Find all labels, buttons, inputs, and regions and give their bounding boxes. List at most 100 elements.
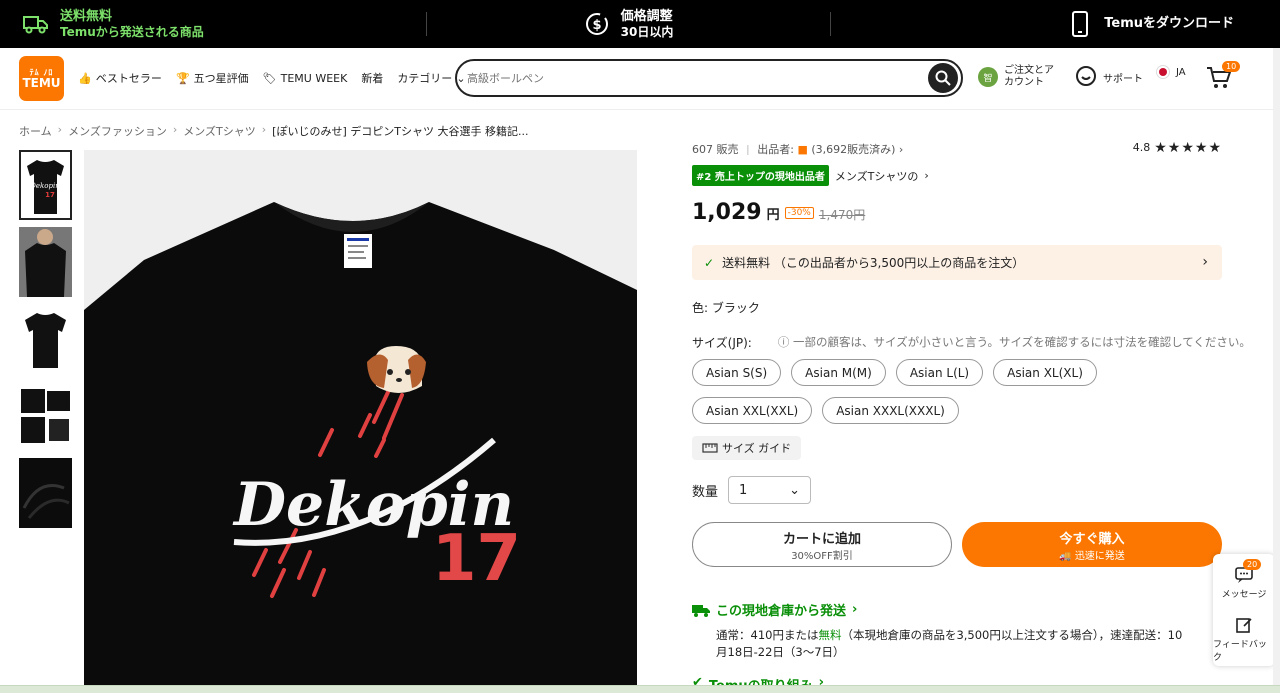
message-button[interactable]: メッセージ xyxy=(1213,566,1275,600)
rank-badge: #2 売上トップの現地出品者 xyxy=(692,165,829,186)
account-menu[interactable]: 智 ご注文とア カウント xyxy=(978,65,1054,89)
free-shipping-banner[interactable]: ✓ 送料無料 （この出品者から3,500円以上の商品を注文） › xyxy=(692,245,1222,280)
nav-temu-week[interactable]: 🏷 TEMU WEEK xyxy=(263,70,348,86)
warehouse-title-link[interactable]: この現地倉庫から発送 › xyxy=(692,600,857,619)
account-line1: ご注文とア xyxy=(1004,65,1054,76)
price-adjust-sub: 30日以内 xyxy=(620,24,674,39)
breadcrumb-sep: › xyxy=(57,123,63,136)
breadcrumb-current: [ぽいじのみせ] デコピンTシャツ 大谷選手 移籍記... xyxy=(272,125,529,138)
feedback-label: フィードバック xyxy=(1213,640,1267,663)
warehouse-text-2: （本現地倉庫の商品を3,500円以上注文する場合），速達配送：10 xyxy=(841,628,1183,642)
free-shipping-promo[interactable]: 送料無料 Temuから発送される商品 xyxy=(0,0,426,48)
size-guide-button[interactable]: サイズ ガイド xyxy=(692,436,802,460)
price-row: 1,029 円 -30% 1,470円 xyxy=(692,200,865,225)
account-line2: カウント xyxy=(1004,77,1044,88)
buy-now-button[interactable]: 今すぐ購入 🚚 迅速に発送 xyxy=(962,522,1222,567)
support-link[interactable]: サポート xyxy=(1075,65,1143,90)
truck-icon xyxy=(22,10,50,38)
quantity-label: 数量 xyxy=(692,484,719,500)
star-box-icon: 🏆 xyxy=(175,71,190,85)
price-adjust-title: 価格調整 xyxy=(620,8,673,24)
chevron-right-icon: › xyxy=(1202,254,1208,270)
breadcrumb-sep: › xyxy=(261,123,267,136)
current-price: 1,029 xyxy=(692,200,762,225)
search-input[interactable] xyxy=(467,71,917,85)
thumbs-up-icon: 👍 xyxy=(78,71,92,85)
japan-flag-icon xyxy=(1156,65,1170,79)
ruler-icon xyxy=(702,443,718,453)
size-label: サイズ(JP): xyxy=(692,336,752,350)
message-badge: 20 xyxy=(1243,559,1262,570)
logo-main: TEMU xyxy=(22,75,61,90)
quantity-select[interactable]: 1 ⌄ xyxy=(728,476,812,504)
thumbnail-5[interactable] xyxy=(19,458,72,528)
star-rating-icon: ★★★★★ xyxy=(1154,141,1222,155)
sales-count: 607 販売 xyxy=(692,143,739,155)
nav-category-label: カテゴリー xyxy=(397,72,453,85)
rating[interactable]: 4.8 ★★★★★ xyxy=(1132,141,1222,155)
nav-bestseller-label: ベストセラー xyxy=(95,72,162,85)
size-option-l[interactable]: Asian L(L) xyxy=(895,359,984,386)
quantity-row: 数量 1 ⌄ xyxy=(692,476,812,504)
chevron-right-icon: › xyxy=(852,602,858,617)
page-scrollbar[interactable] xyxy=(1273,48,1280,685)
rank-row[interactable]: #2 売上トップの現地出品者 メンズTシャツの › xyxy=(692,165,929,186)
site-header: ﾃﾑ ﾉﾛ TEMU 👍 ベストセラー 🏆 五つ星評価 🏷 TEMU WEEK … xyxy=(0,48,1280,110)
free-shipping-title: 送料無料 xyxy=(60,8,113,24)
size-option-xxl[interactable]: Asian XXL(XXL) xyxy=(692,397,813,424)
thumbnail-1[interactable]: Dekopin 17 xyxy=(19,150,72,220)
language-label: JA xyxy=(1176,66,1186,78)
feedback-button[interactable]: フィードバック xyxy=(1213,616,1275,663)
nav-five-star[interactable]: 🏆 五つ星評価 xyxy=(176,70,249,86)
thumbnail-2[interactable] xyxy=(19,227,72,297)
nav-five-star-label: 五つ星評価 xyxy=(193,72,249,85)
floating-side-panel: メッセージ 20 フィードバック xyxy=(1213,554,1275,666)
check-icon: ✓ xyxy=(704,255,715,270)
avatar: 智 xyxy=(978,67,998,87)
size-options: Asian S(S) Asian M(M) Asian L(L) Asian X… xyxy=(692,359,1112,424)
add-to-cart-button[interactable]: カートに追加 30%OFF割引 xyxy=(692,522,952,567)
chevron-right-icon: › xyxy=(898,143,904,155)
size-option-xl[interactable]: Asian XL(XL) xyxy=(993,359,1097,386)
nav-new-label: 新着 xyxy=(361,72,384,85)
temu-logo[interactable]: ﾃﾑ ﾉﾛ TEMU xyxy=(19,56,64,101)
dollar-cycle-icon: $ xyxy=(583,10,611,38)
breadcrumb-home[interactable]: ホーム xyxy=(19,123,52,139)
add-to-cart-sub: 30%OFF割引 xyxy=(791,550,853,562)
shirt-print-number: 17 xyxy=(432,522,521,596)
breadcrumb: ホーム › メンズファッション › メンズTシャツ › [ぽいじのみせ] デコピ… xyxy=(19,123,528,139)
breadcrumb-mens-tshirt[interactable]: メンズTシャツ xyxy=(183,123,256,139)
thumbnail-4[interactable] xyxy=(19,381,72,451)
quantity-value: 1 xyxy=(739,482,748,498)
rating-value: 4.8 xyxy=(1132,141,1151,154)
buy-now-sub: 迅速に発送 xyxy=(1074,550,1125,562)
main-product-image[interactable]: Dekopin 17 xyxy=(84,150,637,693)
download-app-promo[interactable]: Temuをダウンロード xyxy=(830,0,1280,48)
price-adjust-promo[interactable]: $ 価格調整 30日以内 xyxy=(426,0,830,48)
seller-sales[interactable]: (3,692販売済み) xyxy=(811,143,895,155)
original-price: 1,470円 xyxy=(818,208,866,222)
color-label: 色: ブラック xyxy=(692,301,760,315)
search-button[interactable] xyxy=(928,63,958,93)
support-label: サポート xyxy=(1103,74,1143,85)
svg-text:Dekopin: Dekopin xyxy=(29,182,60,190)
truck-icon xyxy=(692,604,710,617)
nav-temu-week-label: TEMU WEEK xyxy=(280,71,348,85)
rank-category: メンズTシャツの xyxy=(834,169,919,183)
sales-row: 607 販売 | 出品者: ■ (3,692販売済み) › 4.8 ★★★★★ xyxy=(692,141,1222,155)
size-option-s[interactable]: Asian S(S) xyxy=(692,359,782,386)
size-label-row: サイズ(JP): ⓘ 一部の顧客は、サイズが小さいと言う。サイズを確認するには寸… xyxy=(692,334,1251,351)
size-option-m[interactable]: Asian M(M) xyxy=(791,359,886,386)
nav-bestseller[interactable]: 👍 ベストセラー xyxy=(78,70,162,86)
warehouse-detail: 通常：410円または無料（本現地倉庫の商品を3,500円以上注文する場合），速達… xyxy=(716,627,1222,661)
size-note: ⓘ 一部の顧客は、サイズが小さいと言う。サイズを確認するには寸法を確認してくださ… xyxy=(777,335,1251,349)
language-selector[interactable]: JA xyxy=(1156,65,1186,79)
thumbnail-3[interactable] xyxy=(19,304,72,374)
buy-now-label: 今すぐ購入 xyxy=(1059,531,1125,547)
breadcrumb-mens-fashion[interactable]: メンズファッション xyxy=(68,123,167,139)
size-option-xxxl[interactable]: Asian XXXL(XXXL) xyxy=(822,397,959,424)
cart-count-badge: 10 xyxy=(1222,61,1241,72)
nav-new[interactable]: 新着 xyxy=(361,70,383,86)
feedback-edit-icon xyxy=(1236,618,1252,633)
search-icon xyxy=(935,70,951,86)
